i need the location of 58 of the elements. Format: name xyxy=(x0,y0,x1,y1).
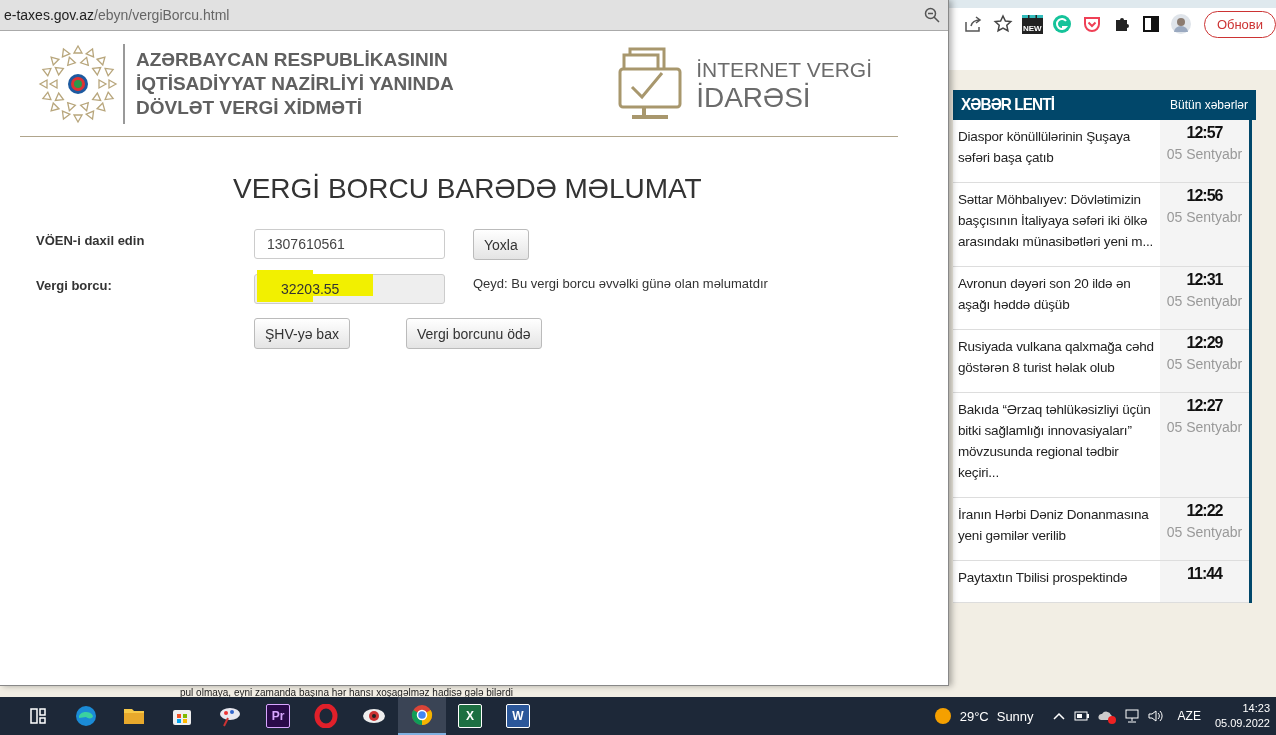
edge-icon[interactable] xyxy=(74,704,98,728)
news-headline[interactable]: İranın Hərbi Dəniz Donanmasına yeni gəmilər verilib xyxy=(953,498,1160,560)
news-time: 11:44 xyxy=(1186,565,1222,583)
page-heading: VERGİ BORCU BARƏDƏ MƏLUMAT xyxy=(233,173,703,205)
article-text: pul olmaya, eyni zamanda başına hər hansı xoşagəlməz hadisə gələ bilərdi xyxy=(180,688,513,698)
url-text[interactable]: e-taxes.gov.az/ebyn/vergiBorcu.html xyxy=(4,7,230,23)
news-time: 12:22 xyxy=(1186,502,1223,520)
computer-check-icon xyxy=(618,47,683,121)
zoom-icon[interactable] xyxy=(924,7,940,23)
action-button[interactable]: ŞHV-yə bax xyxy=(254,318,350,349)
field-label: Vergi borcu: xyxy=(36,277,113,293)
news-time: 12:56 xyxy=(1186,187,1223,205)
news-headline[interactable]: Paytaxtın Tbilisi prospektində xyxy=(953,561,1160,602)
news-time: 12:31 xyxy=(1186,271,1223,289)
all-news-link[interactable]: Bütün xəbərlər xyxy=(1169,98,1248,112)
organization-name: AZƏRBAYCAN RESPUBLİKASININ İQTİSADİYYAT NAZİRLİYİ YANINDA DÖVLƏT VERGİ XİDMƏTİ xyxy=(136,48,454,120)
update-button[interactable]: Обнови xyxy=(1203,10,1276,38)
news-headline[interactable]: Bakıda “Ərzaq təhlükəsizliyi üçün bitki sağlamlığı innovasiyaları” mövzusunda regional tədbir keçiri... xyxy=(953,393,1160,497)
news-time: 12:57 xyxy=(1186,124,1223,142)
service-name: İNTERNET VERGİ İDARƏSİ xyxy=(696,57,872,112)
pocket-icon[interactable] xyxy=(1081,14,1102,34)
clock-time[interactable]: 14:23 xyxy=(1242,701,1270,716)
news-date: 05 Sentyabr xyxy=(1166,524,1243,540)
clock-date[interactable]: 05.09.2022 xyxy=(1214,716,1270,731)
chrome-icon[interactable] xyxy=(410,703,434,727)
news-headline[interactable]: Səttar Möhbalıyev: Dövlətimizin başçısının İtaliyaya səfəri iki ölkə arasındakı münasibətləri yeni m... xyxy=(953,183,1160,266)
action-button[interactable]: Vergi borcunu ödə xyxy=(405,318,542,349)
premiere-icon[interactable]: Pr xyxy=(266,704,290,728)
field-label: VÖEN-i daxil edin xyxy=(36,232,146,248)
news-extension-icon[interactable]: NEW xyxy=(1022,14,1043,34)
news-headline[interactable]: Avronun dəyəri son 20 ildə ən aşağı həddə düşüb xyxy=(953,267,1160,329)
weather-text: Sunny xyxy=(996,708,1034,724)
sidebar-icon[interactable] xyxy=(1141,14,1162,34)
news-title: XƏBƏR LENTİ xyxy=(961,95,1055,115)
language-indicator[interactable]: AZE xyxy=(1177,709,1201,723)
news-date: 05 Sentyabr xyxy=(1166,209,1243,225)
share-icon[interactable] xyxy=(962,14,983,34)
news-date: 05 Sentyabr xyxy=(1166,293,1243,309)
opera-icon[interactable] xyxy=(314,704,338,728)
avatar-icon[interactable] xyxy=(1171,14,1191,34)
star-icon[interactable] xyxy=(992,14,1013,34)
sun-icon[interactable] xyxy=(933,707,952,725)
temperature: 29°C xyxy=(959,708,989,724)
volume-icon[interactable] xyxy=(1147,709,1164,723)
news-headline[interactable]: Rusiyada vulkana qalxmağa cəhd göstərən 8 turist həlak olub xyxy=(953,330,1160,392)
note-text: Qeyd: Bu vergi borcu əvvəlki günə olan məlumatdır xyxy=(473,275,769,291)
check-button[interactable]: Yoxla xyxy=(473,229,529,260)
news-headline[interactable]: Diaspor könüllülərinin Şuşaya səfəri başa çatıb xyxy=(953,120,1160,182)
word-icon[interactable]: W xyxy=(506,704,530,728)
news-time: 12:27 xyxy=(1186,397,1223,415)
news-time: 12:29 xyxy=(1186,334,1223,352)
tin-input[interactable]: 1307610561 xyxy=(254,229,445,259)
excel-icon[interactable]: X xyxy=(458,704,482,728)
battery-icon[interactable] xyxy=(1073,710,1090,722)
network-icon[interactable] xyxy=(1123,709,1140,723)
news-date: 05 Sentyabr xyxy=(1166,356,1243,372)
news-date: 05 Sentyabr xyxy=(1166,419,1243,435)
news-date: 05 Sentyabr xyxy=(1166,146,1243,162)
